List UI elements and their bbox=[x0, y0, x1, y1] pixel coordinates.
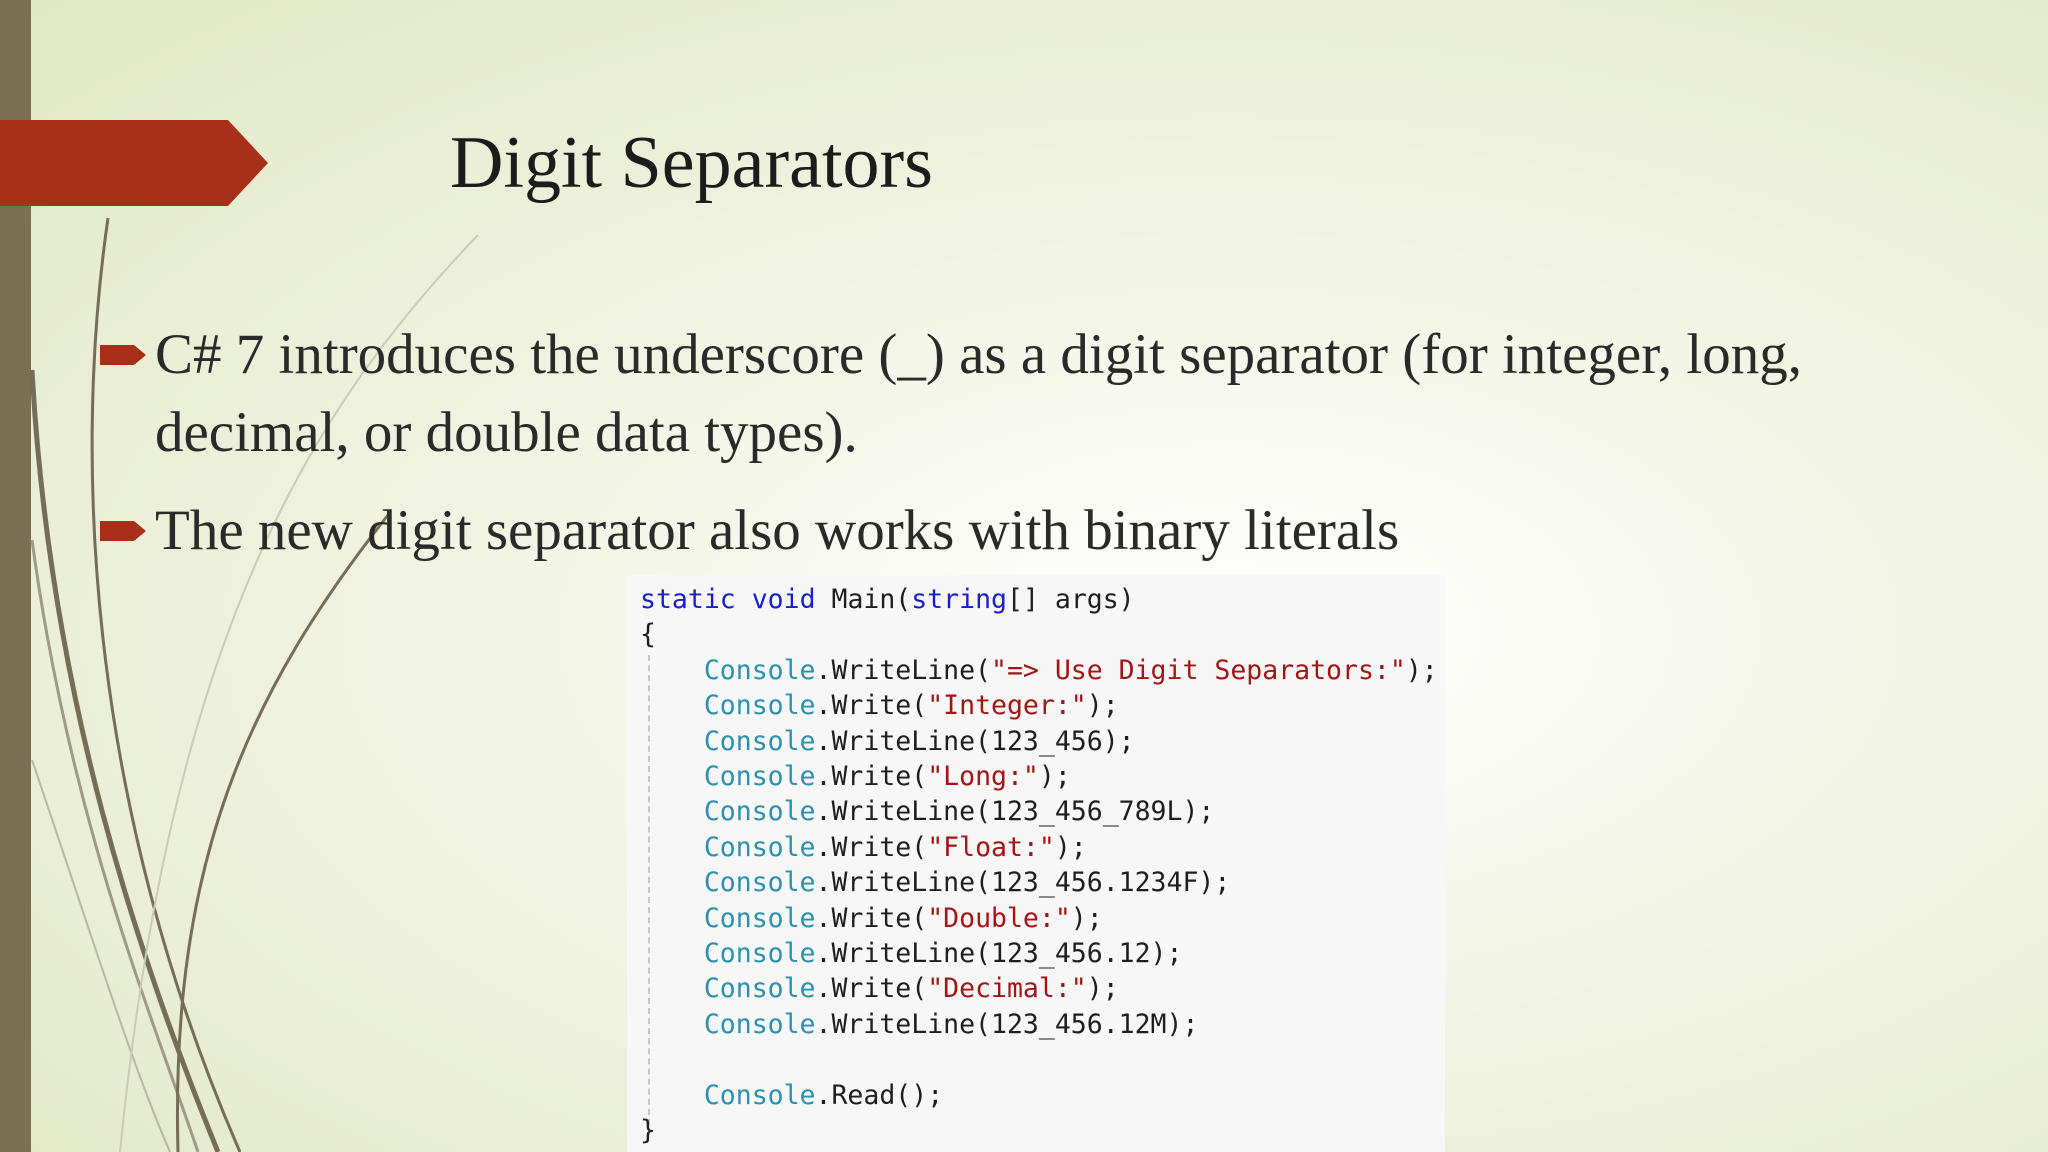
code-line-close-brace: } bbox=[640, 1113, 1438, 1148]
code-token: "=> Use Digit Separators:" bbox=[991, 654, 1406, 686]
code-line: Console.Write("Double:"); bbox=[640, 901, 1438, 936]
title-arrow-icon bbox=[0, 120, 268, 206]
code-token: Console bbox=[703, 796, 816, 828]
code-token: Main( bbox=[815, 584, 912, 615]
code-token: } bbox=[640, 1115, 656, 1147]
bullet-text: C# 7 introduces the underscore (_) as a … bbox=[155, 323, 1803, 464]
code-line: Console.Write("Long:"); bbox=[640, 759, 1438, 794]
code-token: .WriteLine(123_456.1234F); bbox=[815, 867, 1231, 899]
code-line-open-brace: { bbox=[640, 617, 1438, 652]
code-token: .Write( bbox=[815, 902, 928, 934]
code-token: { bbox=[640, 619, 656, 651]
code-token: void bbox=[751, 584, 816, 615]
code-token: .Read(); bbox=[815, 1079, 944, 1111]
code-token: Console bbox=[703, 902, 816, 934]
code-token: ); bbox=[1405, 654, 1438, 686]
code-token: Console bbox=[703, 1079, 816, 1111]
code-token: Console bbox=[703, 973, 816, 1005]
code-token: .WriteLine( bbox=[815, 654, 992, 686]
code-token: Console bbox=[703, 690, 816, 722]
code-token: ); bbox=[1054, 831, 1087, 863]
code-token: "Double:" bbox=[927, 902, 1071, 934]
arrow-bullet-icon bbox=[100, 521, 146, 541]
code-token: [] args) bbox=[1007, 584, 1135, 615]
bullet-list: C# 7 introduces the underscore (_) as a … bbox=[100, 316, 2000, 590]
code-token: .WriteLine(123_456.12); bbox=[815, 938, 1183, 970]
code-line: Console.Write("Float:"); bbox=[640, 830, 1438, 865]
code-token: Console bbox=[703, 654, 816, 686]
code-token: .Write( bbox=[815, 831, 928, 863]
bullet-item: C# 7 introduces the underscore (_) as a … bbox=[100, 316, 2000, 472]
arrow-bullet-icon bbox=[100, 345, 146, 365]
code-token: .WriteLine(123_456_789L); bbox=[815, 796, 1215, 828]
bullet-item: The new digit separator also works with … bbox=[100, 492, 2000, 570]
code-token: .Write( bbox=[815, 690, 928, 722]
code-token: Console bbox=[703, 725, 816, 757]
code-token: Console bbox=[703, 761, 816, 793]
code-line: Console.Write("Integer:"); bbox=[640, 688, 1438, 723]
code-token: static bbox=[640, 584, 736, 615]
code-token: ); bbox=[1038, 761, 1071, 793]
code-line: Console.WriteLine(123_456); bbox=[640, 724, 1438, 759]
code-line: Console.WriteLine(123_456_789L); bbox=[640, 794, 1438, 829]
code-token: ); bbox=[1070, 902, 1103, 934]
bullet-text: The new digit separator also works with … bbox=[155, 499, 1400, 562]
code-token: Console bbox=[703, 1008, 816, 1040]
code-token: .WriteLine(123_456.12M); bbox=[815, 1008, 1199, 1040]
code-token: string bbox=[911, 584, 1007, 615]
code-token: .Write( bbox=[815, 973, 928, 1005]
code-line: Console.WriteLine(123_456.1234F); bbox=[640, 865, 1438, 900]
code-line: Console.WriteLine(123_456.12M); bbox=[640, 1007, 1438, 1042]
code-line: Console.Read(); bbox=[640, 1078, 1438, 1113]
code-token: ); bbox=[1086, 973, 1119, 1005]
code-token: ); bbox=[1086, 690, 1119, 722]
code-line: Console.Write("Decimal:"); bbox=[640, 971, 1438, 1006]
code-token: "Float:" bbox=[927, 831, 1055, 863]
code-line-signature: static void Main(string[] args) bbox=[640, 582, 1438, 617]
code-token: "Long:" bbox=[927, 761, 1039, 793]
code-token: .Write( bbox=[815, 761, 928, 793]
code-line: Console.WriteLine("=> Use Digit Separato… bbox=[640, 653, 1438, 688]
code-token: Console bbox=[703, 938, 816, 970]
code-token: .WriteLine(123_456); bbox=[815, 725, 1135, 757]
code-token: Console bbox=[703, 867, 816, 899]
code-snippet: static void Main(string[] args){ Console… bbox=[640, 582, 1438, 1149]
slide-title: Digit Separators bbox=[450, 122, 933, 204]
code-token: "Integer:" bbox=[927, 690, 1087, 722]
code-token: "Decimal:" bbox=[927, 973, 1087, 1005]
code-line: Console.WriteLine(123_456.12); bbox=[640, 936, 1438, 971]
code-token: Console bbox=[703, 831, 816, 863]
